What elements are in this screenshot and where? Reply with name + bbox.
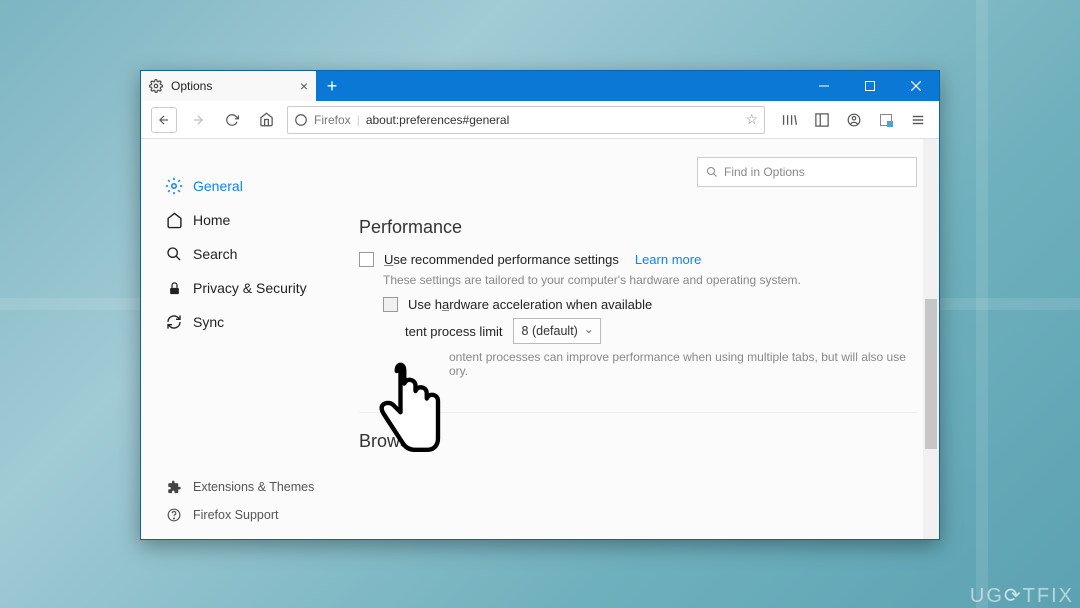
preferences-sidebar: General Home Search Privacy & Security [141,139,341,539]
sync-icon [165,313,183,331]
tab-title: Options [171,79,212,93]
reload-button[interactable] [219,107,245,133]
recommended-settings-label: Use recommended performance settings [384,252,619,267]
browsing-heading: Browsing [359,412,917,452]
back-button[interactable] [151,107,177,133]
sidebar-item-label: Extensions & Themes [193,480,314,494]
sidebar-item-label: General [193,178,243,194]
find-placeholder: Find in Options [724,165,805,179]
url-bar[interactable]: Firefox | about:preferences#general ☆ [287,106,765,134]
pocket-icon[interactable] [875,109,897,131]
find-in-options-input[interactable]: Find in Options [697,157,917,187]
titlebar: Options × + [141,71,939,101]
firefox-window: Options × + Firefox [140,70,940,540]
performance-heading: Performance [359,217,917,238]
gear-icon [149,79,163,93]
url-text: about:preferences#general [366,113,740,127]
process-limit-row: tent process limit 8 (default) [383,318,917,344]
window-close-button[interactable] [893,71,939,101]
learn-more-link[interactable]: Learn more [635,252,701,267]
new-tab-button[interactable]: + [316,71,348,101]
search-icon [706,166,718,178]
preferences-main: Find in Options Performance Use recommen… [341,139,939,539]
window-maximize-button[interactable] [847,71,893,101]
recommended-settings-row: Use recommended performance settings Lea… [359,252,917,267]
account-icon[interactable] [843,109,865,131]
help-icon [165,506,183,524]
scrollbar[interactable] [923,139,939,539]
menu-button[interactable] [907,109,929,131]
sidebar-item-search[interactable]: Search [165,237,341,271]
toolbar-right [773,109,929,131]
sidebar-item-label: Sync [193,314,224,330]
bookmark-star-icon[interactable]: ☆ [745,111,758,128]
sidebar-item-label: Firefox Support [193,508,278,522]
scrollbar-thumb[interactable] [925,299,937,449]
gear-icon [165,177,183,195]
lock-icon [165,279,183,297]
process-limit-hint: ontent processes can improve performance… [407,350,917,378]
sidebar-icon[interactable] [811,109,833,131]
sidebar-item-general[interactable]: General [165,169,341,203]
toolbar: Firefox | about:preferences#general ☆ [141,101,939,139]
recommended-settings-checkbox[interactable] [359,252,374,267]
sidebar-item-sync[interactable]: Sync [165,305,341,339]
sidebar-item-label: Search [193,246,237,262]
search-icon [165,245,183,263]
hw-accel-row: Use hardware acceleration when available [383,297,917,312]
process-limit-select[interactable]: 8 (default) [513,318,601,344]
recommended-hint: These settings are tailored to your comp… [383,273,917,287]
hw-accel-checkbox[interactable] [383,297,398,312]
home-button[interactable] [253,107,279,133]
firefox-icon [294,113,308,127]
process-limit-label: tent process limit [405,324,503,339]
sidebar-extensions-themes[interactable]: Extensions & Themes [165,473,341,501]
hw-accel-label: Use hardware acceleration when available [408,297,652,312]
tab-close-icon[interactable]: × [300,78,308,94]
home-icon [165,211,183,229]
forward-button[interactable] [185,107,211,133]
window-minimize-button[interactable] [801,71,847,101]
sidebar-firefox-support[interactable]: Firefox Support [165,501,341,529]
puzzle-icon [165,478,183,496]
library-icon[interactable] [779,109,801,131]
content-area: General Home Search Privacy & Security [141,139,939,539]
watermark: UG⟳TFIX [970,583,1074,608]
sidebar-item-home[interactable]: Home [165,203,341,237]
sidebar-item-privacy[interactable]: Privacy & Security [165,271,341,305]
url-identity: Firefox [314,113,351,127]
sidebar-item-label: Home [193,212,230,228]
sidebar-item-label: Privacy & Security [193,280,307,296]
browser-tab-options[interactable]: Options × [141,71,316,101]
